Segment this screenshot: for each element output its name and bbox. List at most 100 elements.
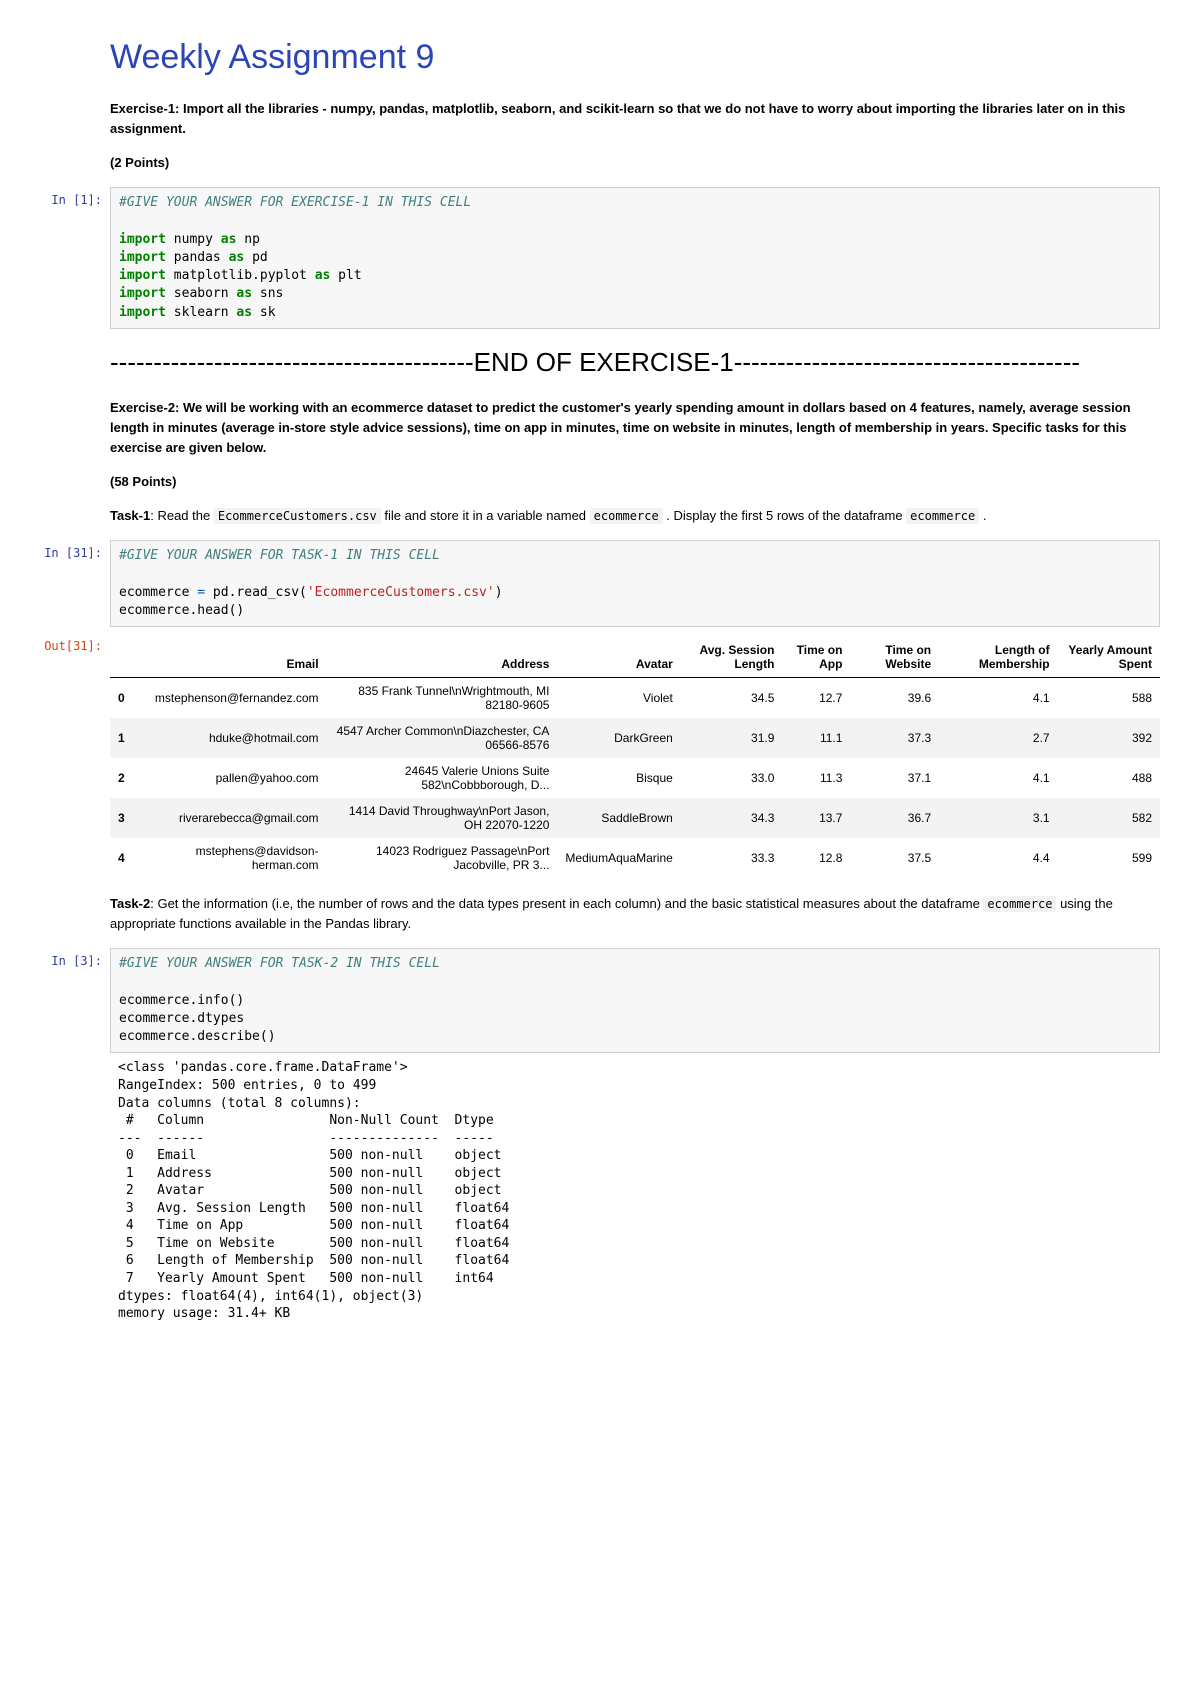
table-header: Time on Website [850,637,939,678]
table-cell: 4547 Archer Common\nDiazchester, CA 0656… [327,718,558,758]
table-cell: 33.3 [681,838,783,878]
exercise-1-text: Exercise-1: Import all the libraries - n… [110,99,1150,139]
dataframe-output: EmailAddressAvatarAvg. Session LengthTim… [110,633,1160,888]
table-cell: 3 [110,798,133,838]
table-cell: riverarebecca@gmail.com [133,798,327,838]
txt: sk [252,305,275,320]
table-cell: 4.1 [939,758,1057,798]
table-cell: mstephens@davidson-herman.com [133,838,327,878]
page-title: Weekly Assignment 9 [110,38,1160,77]
code-cell-1: In [1]: #GIVE YOUR ANSWER FOR EXERCISE-1… [40,187,1160,328]
txt: . Display the first 5 rows of the datafr… [663,508,907,523]
inline-code: ecommerce [590,508,663,524]
txt: plt [330,268,361,283]
table-cell: 1414 David Throughway\nPort Jason, OH 22… [327,798,558,838]
kw: import [119,232,166,247]
txt: numpy [166,232,221,247]
kw: import [119,268,166,283]
inline-code: EcommerceCustomers.csv [214,508,381,524]
kw: import [119,305,166,320]
table-cell: 488 [1058,758,1160,798]
kw: as [236,305,252,320]
table-cell: 3.1 [939,798,1057,838]
table-cell: 33.0 [681,758,783,798]
table-cell: 12.7 [782,678,850,719]
txt: pd.read_csv( [205,585,307,600]
exercise-1-description: Exercise-1: Import all the libraries - n… [110,99,1150,173]
table-header: Avatar [557,637,680,678]
txt: ) [495,585,503,600]
table-cell: 1 [110,718,133,758]
table-cell: 11.1 [782,718,850,758]
table-row: 2pallen@yahoo.com24645 Valerie Unions Su… [110,758,1160,798]
txt: ecommerce [119,585,197,600]
table-cell: MediumAquaMarine [557,838,680,878]
task-label: Task-1 [110,508,150,523]
end-of-exercise-1-divider: ----------------------------------------… [110,347,1150,378]
dataframe-table: EmailAddressAvatarAvg. Session LengthTim… [110,637,1160,878]
str: 'EcommerceCustomers.csv' [307,585,495,600]
prompt-out-31: Out[31]: [40,633,110,888]
kw: as [315,268,331,283]
kw: as [236,286,252,301]
table-cell: 4.1 [939,678,1057,719]
exercise-2-description: Exercise-2: We will be working with an e… [110,398,1150,527]
table-cell: 4.4 [939,838,1057,878]
table-cell: 12.8 [782,838,850,878]
table-row: 1hduke@hotmail.com4547 Archer Common\nDi… [110,718,1160,758]
txt: np [236,232,259,247]
inline-code: ecommerce [906,508,979,524]
table-cell: 599 [1058,838,1160,878]
kw: as [221,232,237,247]
table-header: Address [327,637,558,678]
txt: ecommerce.describe() [119,1029,276,1044]
task-2-description: Task-2: Get the information (i.e, the nu… [110,894,1150,934]
code-comment: #GIVE YOUR ANSWER FOR EXERCISE-1 IN THIS… [119,195,471,210]
prompt-in-31: In [31]: [40,540,110,627]
table-cell: 582 [1058,798,1160,838]
table-header: Length of Membership [939,637,1057,678]
exercise-2-points: (58 Points) [110,472,1150,492]
table-cell: 835 Frank Tunnel\nWrightmouth, MI 82180-… [327,678,558,719]
code-input-2[interactable]: #GIVE YOUR ANSWER FOR TASK-1 IN THIS CEL… [110,540,1160,627]
exercise-1-points: (2 Points) [110,153,1150,173]
table-cell: 36.7 [850,798,939,838]
txt: matplotlib.pyplot [166,268,315,283]
txt: sns [252,286,283,301]
table-cell: 37.5 [850,838,939,878]
txt: ecommerce.head() [119,603,244,618]
table-cell: 37.1 [850,758,939,798]
txt: pandas [166,250,229,265]
table-cell: 34.5 [681,678,783,719]
prompt-in-3: In [3]: [40,948,110,1053]
info-output: <class 'pandas.core.frame.DataFrame'> Ra… [110,1059,1160,1322]
code-input-3[interactable]: #GIVE YOUR ANSWER FOR TASK-2 IN THIS CEL… [110,948,1160,1053]
code-comment: #GIVE YOUR ANSWER FOR TASK-1 IN THIS CEL… [119,548,440,563]
table-cell: 31.9 [681,718,783,758]
txt: : Get the information (i.e, the number o… [150,896,983,911]
txt: sklearn [166,305,236,320]
prompt-blank [40,1059,110,1322]
txt: : Read the [150,508,214,523]
code-comment: #GIVE YOUR ANSWER FOR TASK-2 IN THIS CEL… [119,956,440,971]
txt: . [979,508,986,523]
table-header: Time on App [782,637,850,678]
txt: pd [244,250,267,265]
txt: ecommerce.dtypes [119,1011,244,1026]
exercise-2-text: Exercise-2: We will be working with an e… [110,398,1150,458]
table-cell: 0 [110,678,133,719]
table-cell: 4 [110,838,133,878]
task-2-description-block: Task-2: Get the information (i.e, the nu… [110,894,1150,934]
kw: import [119,250,166,265]
table-cell: 14023 Rodriguez Passage\nPort Jacobville… [327,838,558,878]
table-cell: DarkGreen [557,718,680,758]
code-input-1[interactable]: #GIVE YOUR ANSWER FOR EXERCISE-1 IN THIS… [110,187,1160,328]
table-cell: hduke@hotmail.com [133,718,327,758]
table-header: Avg. Session Length [681,637,783,678]
txt: ecommerce.info() [119,993,244,1008]
code-cell-2: In [31]: #GIVE YOUR ANSWER FOR TASK-1 IN… [40,540,1160,627]
table-cell: 2 [110,758,133,798]
table-cell: 11.3 [782,758,850,798]
prompt-in-1: In [1]: [40,187,110,328]
table-cell: 24645 Valerie Unions Suite 582\nCobbboro… [327,758,558,798]
